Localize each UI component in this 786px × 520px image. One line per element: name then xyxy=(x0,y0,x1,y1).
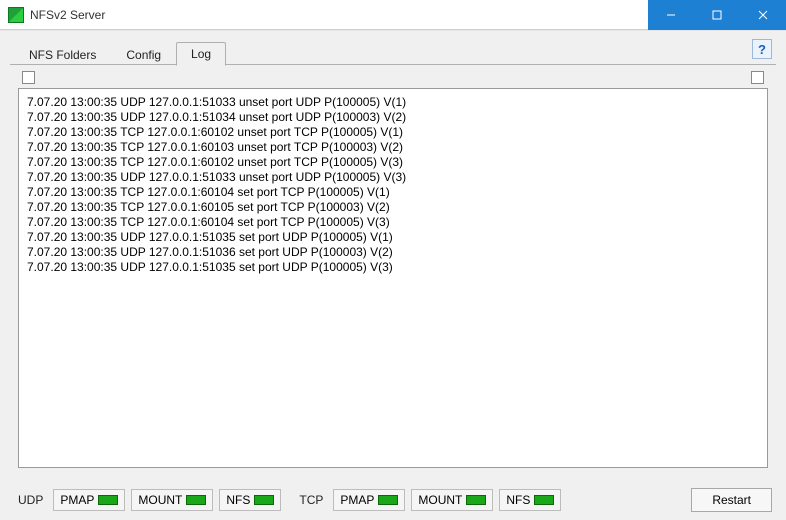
status-text: PMAP xyxy=(60,493,94,507)
udp-label: UDP xyxy=(14,493,47,507)
close-button[interactable] xyxy=(740,0,786,30)
status-text: PMAP xyxy=(340,493,374,507)
led-icon xyxy=(378,495,398,505)
maximize-button[interactable] xyxy=(694,0,740,30)
tab-nfs-folders[interactable]: NFS Folders xyxy=(14,43,111,66)
status-text: NFS xyxy=(506,493,530,507)
udp-nfs-status: NFS xyxy=(219,489,281,511)
close-icon xyxy=(758,10,768,20)
tcp-pmap-status: PMAP xyxy=(333,489,405,511)
minimize-button[interactable] xyxy=(648,0,694,30)
minimize-icon xyxy=(666,10,676,20)
status-text: NFS xyxy=(226,493,250,507)
help-button[interactable]: ? xyxy=(752,39,772,59)
led-icon xyxy=(98,495,118,505)
window-title: NFSv2 Server xyxy=(30,8,105,22)
app-icon xyxy=(8,7,24,23)
log-output[interactable]: 7.07.20 13:00:35 UDP 127.0.0.1:51033 uns… xyxy=(18,88,768,468)
status-text: MOUNT xyxy=(418,493,462,507)
udp-pmap-status: PMAP xyxy=(53,489,125,511)
led-icon xyxy=(534,495,554,505)
maximize-icon xyxy=(712,10,722,20)
titlebar: NFSv2 Server xyxy=(0,0,786,30)
led-icon xyxy=(466,495,486,505)
led-icon xyxy=(186,495,206,505)
udp-mount-status: MOUNT xyxy=(131,489,213,511)
led-icon xyxy=(254,495,274,505)
tcp-label: TCP xyxy=(295,493,327,507)
tab-config[interactable]: Config xyxy=(111,43,176,66)
tcp-nfs-status: NFS xyxy=(499,489,561,511)
tcp-mount-status: MOUNT xyxy=(411,489,493,511)
checkbox-left[interactable] xyxy=(22,71,35,84)
tab-log[interactable]: Log xyxy=(176,42,226,66)
checkbox-right[interactable] xyxy=(751,71,764,84)
restart-button[interactable]: Restart xyxy=(691,488,772,512)
tabstrip: NFS Folders Config Log ? xyxy=(0,31,786,65)
status-bar: UDP PMAP MOUNT NFS TCP PMAP MOUNT NFS Re… xyxy=(0,488,786,512)
status-text: MOUNT xyxy=(138,493,182,507)
check-row xyxy=(0,65,786,86)
client-area: NFS Folders Config Log ? 7.07.20 13:00:3… xyxy=(0,30,786,520)
